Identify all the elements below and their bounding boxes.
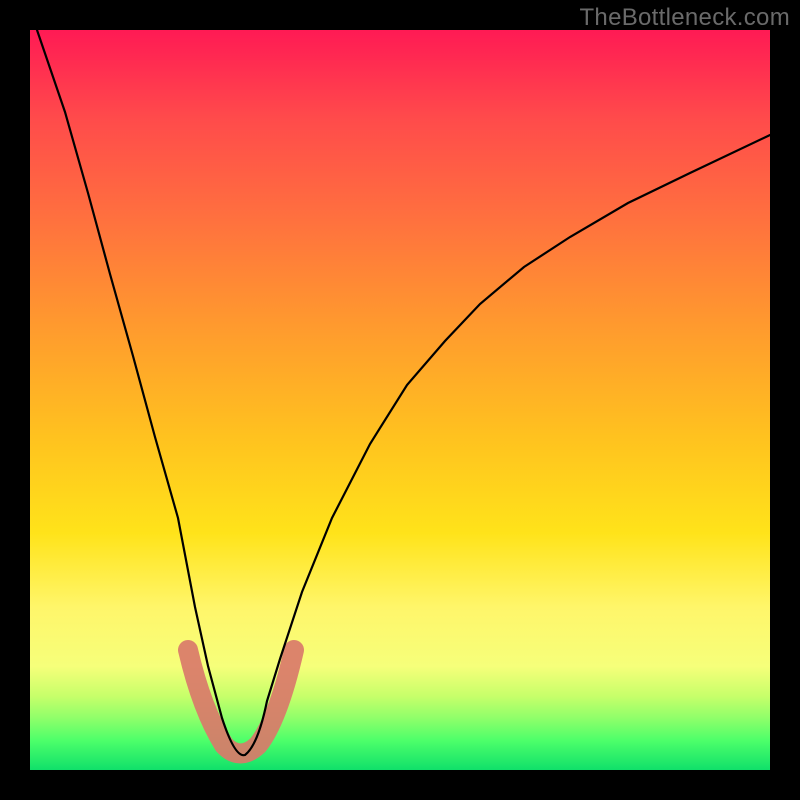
bottleneck-curve-svg [30,30,770,770]
watermark-text: TheBottleneck.com [579,4,790,32]
chart-plot-area [30,30,770,770]
bottleneck-curve [37,30,770,755]
